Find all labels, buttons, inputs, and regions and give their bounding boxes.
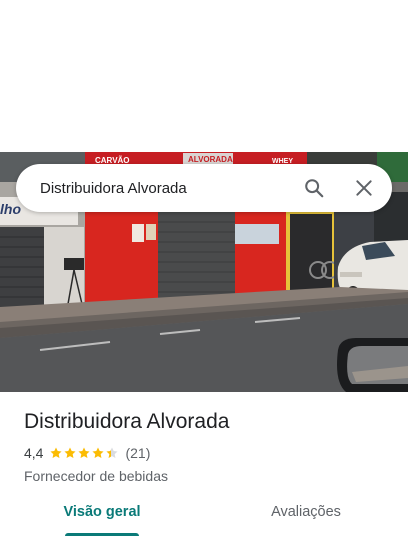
search-icon bbox=[305, 179, 324, 198]
place-title: Distribuidora Alvorada bbox=[24, 410, 230, 433]
search-button[interactable] bbox=[296, 170, 332, 206]
rating-row[interactable]: 4,4 (21) bbox=[24, 444, 384, 462]
tab-bar: Visão geral Avaliações bbox=[0, 494, 408, 538]
place-category[interactable]: Fornecedor de bebidas bbox=[24, 468, 384, 484]
tab-overview[interactable]: Visão geral bbox=[0, 494, 204, 538]
close-button[interactable] bbox=[346, 170, 382, 206]
review-count[interactable]: (21) bbox=[125, 445, 150, 461]
star-icon bbox=[78, 447, 91, 459]
tab-reviews-label: Avaliações bbox=[271, 504, 341, 520]
star-icon bbox=[50, 447, 63, 459]
tab-reviews[interactable]: Avaliações bbox=[204, 494, 408, 538]
star-icon bbox=[64, 447, 77, 459]
tab-overview-label: Visão geral bbox=[63, 504, 141, 520]
rating-stars bbox=[49, 446, 119, 460]
rating-value: 4,4 bbox=[24, 445, 44, 461]
search-input[interactable] bbox=[16, 164, 296, 212]
star-icon bbox=[92, 447, 105, 459]
close-icon bbox=[356, 180, 372, 196]
sign-text-alvorada: ALVORADA bbox=[188, 155, 233, 164]
search-bar[interactable] bbox=[16, 164, 392, 212]
place-info: Distribuidora Alvorada 4,4 (21) Forneced… bbox=[24, 408, 384, 484]
star-icon bbox=[106, 447, 119, 459]
